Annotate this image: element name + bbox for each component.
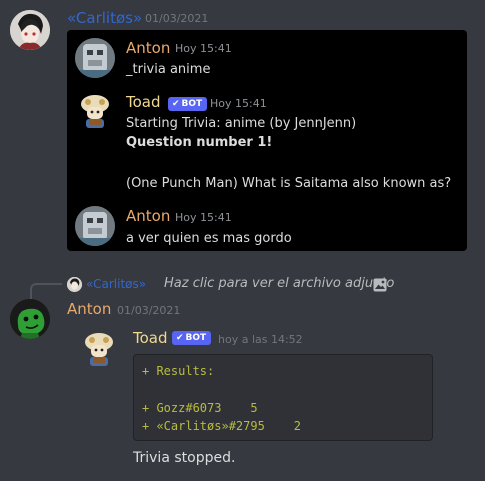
bot-tag-label: BOT — [181, 99, 203, 109]
message-timestamp: hoy a las 14:52 — [218, 333, 303, 346]
anton-avatar-shot — [75, 206, 115, 246]
check-icon: ✔ — [176, 333, 184, 343]
toad-avatar[interactable] — [79, 328, 119, 368]
toad-message-line-shot: (One Punch Man) What is Saitama also kno… — [126, 176, 452, 191]
anton-avatar-shot — [75, 38, 115, 78]
toad-username-shot: Toad — [126, 93, 161, 111]
bot-tag: ✔ BOT — [172, 331, 212, 345]
results-code-block: + Results: + Gozz#6073 5 + «Carlitøs»#27… — [133, 354, 433, 441]
anton-avatar[interactable] — [10, 299, 50, 339]
reply-avatar[interactable] — [67, 277, 82, 292]
reply-username[interactable]: «Carlitøs» — [86, 277, 146, 291]
message-timestamp: 01/03/2021 — [145, 12, 209, 25]
attached-screenshot[interactable]: Anton Hoy 15:41 _trivia anime Toad ✔ BOT … — [67, 30, 467, 251]
toad-username[interactable]: Toad — [133, 329, 168, 347]
bot-tag-shot: ✔ BOT — [168, 97, 208, 111]
message-timestamp: 01/03/2021 — [117, 304, 181, 317]
reply-connector — [30, 283, 62, 299]
anton-message-shot: a ver quien es mas gordo — [126, 231, 292, 246]
code-line: + Results: — [142, 364, 215, 378]
anton-timestamp-shot: Hoy 15:41 — [175, 42, 232, 55]
toad-message-line-shot: Starting Trivia: anime (by JennJenn) — [126, 116, 357, 131]
anton-timestamp-shot: Hoy 15:41 — [175, 211, 232, 224]
code-line: + Gozz#6073 5 — [142, 401, 258, 415]
carlitos-avatar[interactable] — [10, 10, 50, 50]
toad-avatar-shot — [75, 90, 115, 130]
carlitos-username[interactable]: «Carlitøs» — [67, 9, 142, 27]
code-line: + «Carlitøs»#2795 2 — [142, 419, 301, 433]
anton-username-shot: Anton — [126, 39, 171, 57]
check-icon: ✔ — [172, 99, 180, 109]
reply-attachment-text[interactable]: Haz clic para ver el archivo adjunto — [164, 276, 394, 291]
trivia-stopped-text: Trivia stopped. — [133, 450, 236, 466]
image-icon[interactable] — [373, 277, 387, 292]
toad-message-line-shot: Question number 1! — [126, 135, 273, 150]
carlitos-avatar-image — [10, 10, 50, 50]
anton-avatar-image — [10, 299, 50, 339]
anton-username[interactable]: Anton — [67, 300, 111, 318]
anton-message-shot: _trivia anime — [126, 62, 211, 77]
toad-timestamp-shot: Hoy 15:41 — [210, 97, 267, 110]
anton-username-shot: Anton — [126, 207, 171, 225]
toad-avatar-image — [85, 333, 113, 366]
bot-tag-label: BOT — [185, 333, 207, 343]
